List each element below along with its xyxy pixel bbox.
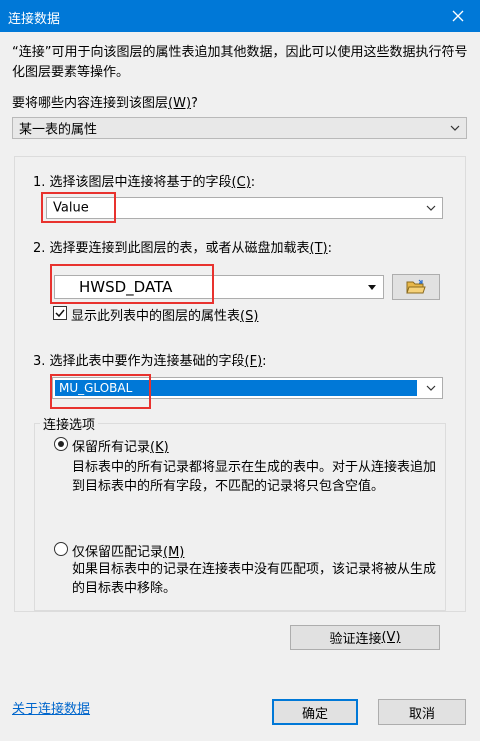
keep-all-description: 目标表中的所有记录都将显示在生成的表中。对于从连接表追加到目标表中的所有字段，不… <box>72 460 437 494</box>
keep-matching-label[interactable]: 仅保留匹配记录(M) <box>72 541 184 560</box>
keep-all-label[interactable]: 保留所有记录(K) <box>72 436 169 455</box>
keep-matching-radio[interactable] <box>54 542 68 556</box>
show-layer-tables-checkbox[interactable] <box>53 306 67 320</box>
join-type-select[interactable]: 某一表的属性 <box>12 117 467 139</box>
keep-matching-description: 如果目标表中的记录在连接表中没有匹配项，该记录将被从生成的目标表中移除。 <box>72 562 437 596</box>
intro-text: “连接”可用于向该图层的属性表追加其他数据，因此可以使用这些数据执行符号化图层要… <box>12 45 468 80</box>
close-icon[interactable] <box>436 0 480 32</box>
about-joining-link[interactable]: 关于连接数据 <box>12 698 90 717</box>
join-table-select[interactable]: HWSD_DATA <box>54 275 384 299</box>
browse-button[interactable] <box>392 274 440 300</box>
keep-all-radio[interactable] <box>54 437 68 451</box>
step3-label: 3. 选择此表中要作为连接基础的字段(F): <box>33 354 267 369</box>
step1-label: 1. 选择该图层中连接将基于的字段(C): <box>33 175 256 190</box>
join-field-select[interactable]: MU_GLOBAL <box>52 377 443 399</box>
chevron-down-icon <box>450 125 460 131</box>
dropdown-arrow-icon <box>368 285 376 290</box>
layer-field-select[interactable]: Value <box>46 197 443 219</box>
ok-button[interactable]: 确定 <box>272 699 358 725</box>
window-title: 连接数据 <box>8 12 61 27</box>
join-type-label: 要将哪些内容连接到该图层(W)? <box>12 96 198 111</box>
folder-open-icon <box>406 279 426 294</box>
cancel-button[interactable]: 取消 <box>378 699 466 725</box>
chevron-down-icon <box>426 205 436 211</box>
validate-join-button[interactable]: 验证连接 (V) <box>290 625 440 650</box>
checkmark-icon <box>55 309 65 318</box>
show-layer-tables-label[interactable]: 显示此列表中的图层的属性表(S) <box>71 305 258 324</box>
title-bar: 连接数据 <box>0 0 480 32</box>
join-options-label: 连接选项 <box>40 414 99 433</box>
chevron-down-icon <box>426 385 436 391</box>
step2-label: 2. 选择要连接到此图层的表，或者从磁盘加载表(T): <box>33 241 333 256</box>
